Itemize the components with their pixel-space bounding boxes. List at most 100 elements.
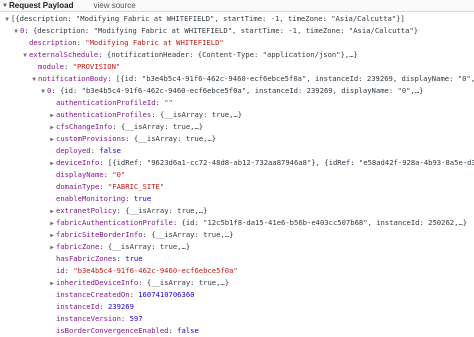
property-text: : (155, 98, 165, 107)
collapsed-triangle-icon[interactable]: ▶ (48, 122, 56, 133)
expand-triangle-icon[interactable]: ▼ (3, 14, 11, 25)
property-text: : {__isArray: true,…} (142, 230, 234, 239)
property-key: instanceVersion (56, 314, 121, 323)
property-value: "b3e4b5c4-91f6-462c-9460-ecf6ebce5f0a" (73, 266, 238, 275)
tree-row[interactable]: ▶ fabricZone: {__isArray: true,…} (0, 241, 474, 253)
property-value: true (133, 194, 152, 203)
property-key: notificationBody (38, 74, 108, 83)
property-value: false (177, 326, 199, 335)
property-text: : (63, 62, 73, 71)
property-key: description (29, 38, 77, 47)
property-text: : {__isArray: true,…} (125, 134, 217, 143)
property-text: : [{id: "b3e4b5c4-91f6-462c-9460-ecf6ebc… (107, 74, 474, 83)
property-text: : (120, 314, 130, 323)
property-text: : (90, 146, 100, 155)
property-value: "0" (112, 170, 126, 179)
property-value: 1607410706360 (138, 290, 195, 299)
property-value: "Modifying Fabric at WHITEFIELD" (85, 38, 224, 47)
tree-row[interactable]: ▶ cfsChangeInfo: {__isArray: true,…} (0, 121, 474, 133)
collapsed-triangle-icon[interactable]: ▶ (48, 242, 56, 253)
tree-row: instanceId: 239269 (0, 301, 474, 313)
collapsed-triangle-icon[interactable]: ▶ (48, 230, 56, 241)
property-text: : {description: "Modifying Fabric at WHI… (24, 26, 419, 35)
property-text: : {__isArray: true,…} (99, 242, 191, 251)
property-key: fabricZone (56, 242, 100, 251)
tree-row[interactable]: ▼ notificationBody: [{id: "b3e4b5c4-91f6-… (0, 73, 474, 85)
tree-row[interactable]: ▶ fabricAuthenticationProfile: {id: "12c5… (0, 217, 474, 229)
tree-row: hasFabricZones: true (0, 253, 474, 265)
property-key: instanceCreatedOn (56, 290, 130, 299)
property-text: : {id: "12c5b1f8-da15-41e6-b56b-e403cc50… (172, 218, 468, 227)
property-key: inheritedDeviceInfo (56, 278, 139, 287)
expand-triangle-icon[interactable]: ▼ (21, 50, 29, 61)
property-key: deviceInfo (56, 158, 100, 167)
property-key: hasFabricZones (56, 254, 117, 263)
property-value: 597 (129, 314, 143, 323)
property-text: : (76, 38, 86, 47)
property-key: extranetPolicy (56, 206, 117, 215)
property-text: [{description: "Modifying Fabric at WHIT… (11, 14, 405, 23)
tree-row: deployed: false (0, 145, 474, 157)
tree-row[interactable]: ▶ inheritedDeviceInfo: {__isArray: true,…… (0, 277, 474, 289)
property-key: domainType (56, 182, 100, 191)
property-text: : {id: "b3e4b5c4-91f6-462c-9460-ecf6ebce… (51, 86, 424, 95)
expand-triangle-icon[interactable]: ▼ (39, 86, 47, 97)
property-key: fabricAuthenticationProfile (56, 218, 173, 227)
property-text: : (64, 266, 74, 275)
property-key: deployed (56, 146, 91, 155)
property-key: id (56, 266, 65, 275)
property-value: false (99, 146, 121, 155)
property-value: 239269 (107, 302, 134, 311)
property-text: : {__isArray: true,…} (138, 278, 230, 287)
tree-row: module: "PROVISION" (0, 61, 474, 73)
view-source-link[interactable]: view source (93, 1, 135, 10)
collapse-triangle-icon[interactable]: ▼ (1, 3, 9, 9)
property-text: : (99, 182, 108, 191)
tree-row[interactable]: ▶ customProvisions: {__isArray: true,…} (0, 133, 474, 145)
property-key: module (38, 62, 64, 71)
property-text: : (129, 290, 139, 299)
property-key: authenticationProfileId (56, 98, 156, 107)
property-value: "" (164, 98, 173, 107)
collapsed-triangle-icon[interactable]: ▶ (48, 134, 56, 145)
property-key: instanceId (56, 302, 100, 311)
property-text: : {__isArray: true,…} (116, 206, 208, 215)
property-key: customProvisions (56, 134, 126, 143)
property-key: enableMonitoring (56, 194, 126, 203)
property-value: "PROVISION" (72, 62, 121, 71)
expand-triangle-icon[interactable]: ▼ (30, 74, 38, 85)
expand-triangle-icon[interactable]: ▼ (12, 26, 20, 37)
property-text: : {__isArray: true,…} (112, 122, 204, 131)
collapsed-triangle-icon[interactable]: ▶ (48, 206, 56, 217)
tree-row[interactable]: ▶ authenticationProfiles: {__isArray: tru… (0, 109, 474, 121)
tree-row[interactable]: ▼ externalSchedule: {notificationHeader: … (0, 49, 474, 61)
tree-row[interactable]: ▶ deviceInfo: [{idRef: "9623d6a1-cc72-48d… (0, 157, 474, 169)
collapsed-triangle-icon[interactable]: ▶ (48, 278, 56, 289)
tree-row: authenticationProfileId: "" (0, 97, 474, 109)
tree-row[interactable]: ▼ 0: {id: "b3e4b5c4-91f6-462c-9460-ecf6eb… (0, 85, 474, 97)
property-text: : [{idRef: "9623d6a1-cc72-48d8-ab12-732a… (99, 158, 474, 167)
property-text: : (103, 170, 113, 179)
property-key: cfsChangeInfo (56, 122, 113, 131)
request-payload-header[interactable]: ▼ Request Payload view source (0, 0, 474, 12)
property-value: "FABRIC_SITE" (107, 182, 165, 191)
tree-row: instanceVersion: 597 (0, 313, 474, 325)
tree-row: instanceCreatedOn: 1607410706360 (0, 289, 474, 301)
tree-row[interactable]: ▶ extranetPolicy: {__isArray: true,…} (0, 205, 474, 217)
tree-row: displayName: "0" (0, 169, 474, 181)
tree-row[interactable]: ▼ 0: {description: "Modifying Fabric at W… (0, 25, 474, 37)
property-text: : {notificationHeader: {Content-Type: "a… (98, 50, 358, 59)
property-text: : {__isArray: true,…} (151, 110, 243, 119)
property-text: : (125, 194, 134, 203)
tree-row[interactable]: ▼ [{description: "Modifying Fabric at WHI… (0, 13, 474, 25)
tree-row: enableMonitoring: true (0, 193, 474, 205)
property-key: authenticationProfiles (56, 110, 152, 119)
collapsed-triangle-icon[interactable]: ▶ (48, 218, 56, 229)
payload-tree: ▼ [{description: "Modifying Fabric at WHI… (0, 12, 474, 337)
property-text: : (168, 326, 178, 335)
collapsed-triangle-icon[interactable]: ▶ (48, 158, 56, 169)
tree-row: id: "b3e4b5c4-91f6-462c-9460-ecf6ebce5f0… (0, 265, 474, 277)
property-key: fabricSiteBorderInfo (56, 230, 143, 239)
collapsed-triangle-icon[interactable]: ▶ (48, 110, 56, 121)
tree-row[interactable]: ▶ fabricSiteBorderInfo: {__isArray: true,… (0, 229, 474, 241)
